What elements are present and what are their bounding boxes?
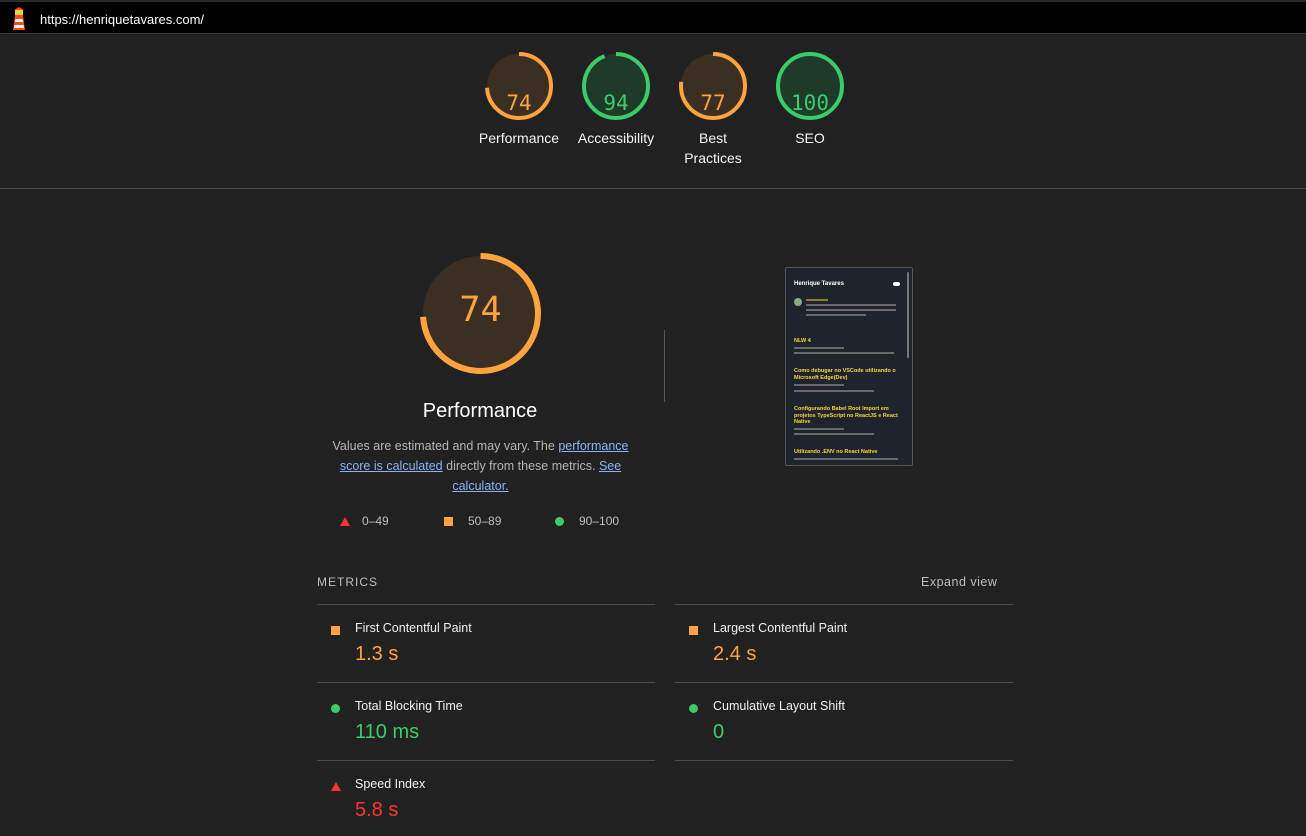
thumbnail-post-title: Configurando Babel Root Import em projet… — [794, 406, 898, 425]
circle-icon — [689, 704, 698, 713]
text-line — [794, 347, 844, 349]
thumbnail-post-title: NLW 4 — [794, 338, 811, 344]
legend-fail: 0–49 — [340, 514, 389, 528]
metric-value: 0 — [713, 721, 725, 743]
metric-first-contentful-paint: First Contentful Paint 1.3 s — [317, 605, 655, 683]
metric-value: 2.4 s — [713, 643, 757, 665]
metric-label: Largest Contentful Paint — [713, 621, 848, 635]
metric-total-blocking-time: Total Blocking Time 110 ms — [317, 683, 655, 761]
category-gauges: 74 Performance 94 Accessibility 77 Best … — [0, 34, 1306, 189]
theme-toggle-icon — [893, 282, 900, 286]
gauge-score: 94 — [603, 91, 629, 115]
text-line — [806, 314, 866, 316]
metrics-heading: METRICS — [317, 575, 378, 589]
lighthouse-icon — [13, 7, 25, 30]
thumbnail-site-title: Henrique Tavares — [794, 281, 844, 287]
avatar — [794, 298, 802, 306]
text-line — [794, 384, 844, 386]
text-line — [794, 428, 844, 430]
legend-pass: 90–100 — [555, 514, 619, 528]
legend-average: 50–89 — [444, 514, 501, 528]
text-line — [806, 299, 828, 301]
metric-value: 1.3 s — [355, 643, 399, 665]
square-icon — [444, 516, 453, 526]
thumbnail-post-title: Como debugar no VSCode utilizando o Micr… — [794, 368, 896, 381]
gauge-label: Best Practices — [684, 130, 742, 166]
url-bar: https://henriquetavares.com/ — [0, 0, 1306, 34]
performance-title: Performance — [422, 400, 538, 422]
circle-icon — [555, 516, 564, 526]
final-screenshot[interactable]: Henrique Tavares NLW 4 Como debugar no V… — [785, 267, 913, 466]
square-icon — [689, 626, 698, 635]
metric-value: 5.8 s — [355, 799, 399, 821]
metric-label: Speed Index — [355, 777, 426, 791]
legend-range: 0–49 — [362, 514, 389, 528]
metric-label: Total Blocking Time — [355, 699, 463, 713]
metric-label: Cumulative Layout Shift — [713, 699, 846, 713]
gauge-accessibility[interactable]: 94 Accessibility — [568, 52, 664, 148]
gauge-label: Accessibility — [577, 130, 655, 146]
gauge-score: 77 — [700, 91, 726, 115]
metric-value: 110 ms — [355, 721, 420, 743]
expand-view-toggle[interactable]: Expand view — [921, 575, 997, 589]
scrollbar — [907, 272, 909, 358]
metric-label: First Contentful Paint — [355, 621, 472, 635]
gauge-performance[interactable]: 74 Performance — [471, 52, 567, 148]
legend-range: 90–100 — [579, 514, 620, 528]
text-line — [806, 309, 896, 311]
performance-score: 74 — [459, 290, 502, 330]
metric-largest-contentful-paint: Largest Contentful Paint 2.4 s — [675, 605, 1013, 683]
circle-icon — [331, 704, 340, 713]
text-line — [794, 458, 898, 460]
gauge-score: 100 — [791, 91, 829, 115]
square-icon — [331, 626, 340, 635]
gauge-label: SEO — [795, 130, 825, 146]
gauge-score: 74 — [506, 91, 532, 115]
gauge-best-practices[interactable]: 77 Best Practices — [665, 52, 761, 168]
thumbnail-post-title: Utilizando .ENV no React Native — [794, 449, 878, 455]
text-line — [806, 304, 896, 306]
performance-description: Values are estimated and may vary. The p… — [325, 436, 636, 496]
metric-cumulative-layout-shift: Cumulative Layout Shift 0 — [675, 683, 1013, 761]
metric-speed-index: Speed Index 5.8 s — [317, 761, 655, 836]
divider — [664, 330, 665, 402]
triangle-icon — [331, 782, 341, 791]
gauge-label: Performance — [478, 130, 560, 146]
text-line — [794, 352, 894, 354]
description-text: directly from these metrics. — [442, 459, 599, 473]
text-line — [794, 433, 874, 435]
text-line — [794, 390, 874, 392]
triangle-icon — [340, 516, 350, 526]
page-url: https://henriquetavares.com/ — [40, 12, 205, 27]
description-text: Values are estimated and may vary. The — [332, 439, 559, 453]
legend-range: 50–89 — [468, 514, 502, 528]
gauge-seo[interactable]: 100 SEO — [762, 52, 858, 148]
